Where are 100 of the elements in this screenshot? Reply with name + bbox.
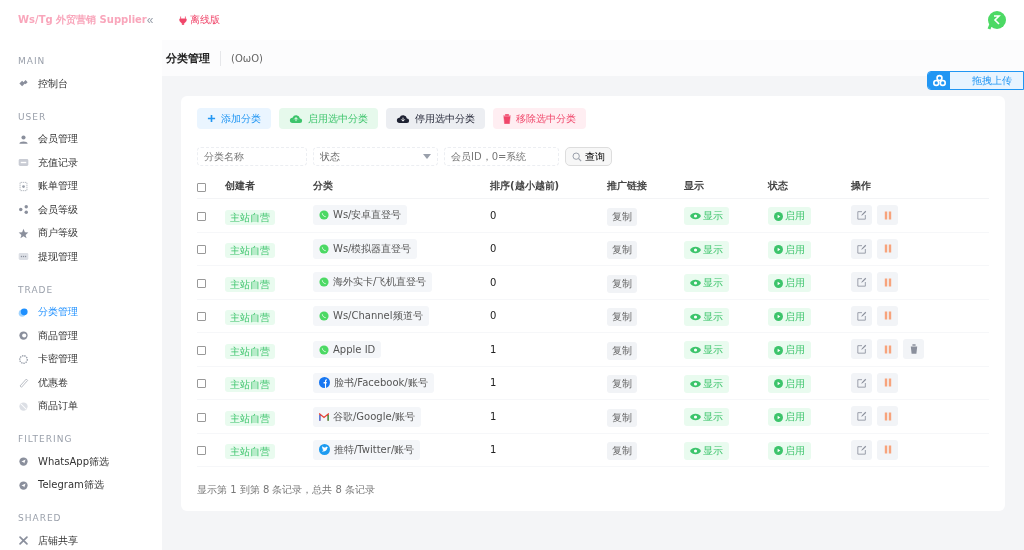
copy-button[interactable]: 复制 [607,241,637,260]
pause-button[interactable] [877,339,898,360]
send-icon [18,479,29,491]
category-chip: Ws/模拟器直登号 [313,238,418,259]
chat-icon[interactable] [987,10,1007,30]
row-checkbox[interactable] [197,379,206,389]
bird-icon [319,444,330,456]
copy-button[interactable]: 复制 [607,207,637,226]
chat-icon [319,277,329,288]
select-all-checkbox[interactable] [197,182,206,192]
pause-button[interactable] [877,305,898,326]
search-button[interactable]: 查询 [565,147,612,166]
category-chip: Apple ID [313,341,382,359]
nav-item[interactable]: 控制台 [0,72,162,96]
category-chip: Ws/安卓直登号 [313,205,408,226]
delete-button[interactable] [903,339,924,360]
column-header: 推广链接 [607,179,648,193]
wallet-icon [18,251,29,263]
nav-item[interactable]: 卡密管理 [0,347,162,371]
edit-button[interactable] [851,439,872,460]
row-checkbox[interactable] [197,446,206,456]
pause-button[interactable] [877,439,898,460]
play-icon [774,345,783,355]
section-heading: MAIN [17,55,47,68]
row-checkbox[interactable] [197,345,206,355]
nav-item[interactable]: WhatsApp筛选 [0,450,162,474]
sort-value: 0 [490,243,498,255]
play-icon [774,446,783,455]
pause-button[interactable] [877,406,898,427]
display-badge: 显示 [684,441,729,460]
column-header: 分类 [313,179,334,193]
edit-button[interactable] [851,406,872,427]
display-badge: 显示 [684,408,729,427]
sort-value: 0 [490,276,498,288]
row-checkbox[interactable] [197,245,206,255]
chat-icon [319,210,329,221]
column-header: 显示 [684,179,705,193]
nav-item[interactable]: 会员等级 [0,198,162,222]
star-icon [18,227,29,239]
pause-button[interactable] [877,272,898,293]
pause-icon [883,445,892,455]
nav-item[interactable]: 优惠卷 [0,371,162,395]
edit-icon [856,411,867,422]
nav-item[interactable]: 商品订单 [0,394,162,418]
status-select[interactable]: 状态 [313,147,438,166]
eye-icon [690,346,701,355]
app-title: Ws/Tg 外贸营销 Supplier [18,13,147,27]
copy-button[interactable]: 复制 [607,442,637,461]
copy-button[interactable]: 复制 [607,308,637,327]
pause-button[interactable] [877,205,898,226]
display-badge: 显示 [684,341,729,360]
section-heading: TRADE [17,283,55,297]
edit-icon [856,210,867,221]
share-icon [18,204,29,216]
status-badge: 启用 [768,240,811,259]
nav-item[interactable]: Telegram筛选 [0,473,162,497]
edit-button[interactable] [851,205,872,226]
pause-button[interactable] [877,372,898,393]
nav-item[interactable]: 提现管理 [0,245,162,269]
row-checkbox[interactable] [197,412,206,422]
edit-icon [856,377,867,388]
copy-button[interactable]: 复制 [607,408,637,427]
creator-tag: 主站自营 [225,444,275,460]
edit-button[interactable] [851,372,872,393]
copy-button[interactable]: 复制 [607,375,637,394]
copy-button[interactable]: 复制 [607,341,637,360]
pause-button[interactable] [877,238,898,259]
section-heading: USER [17,110,48,124]
pause-icon [883,311,892,321]
row-checkbox[interactable] [197,211,206,221]
plug-icon [179,15,187,25]
nav-item[interactable]: 商户等级 [0,221,162,245]
member-id-field[interactable]: 会员ID，0=系统 [444,147,559,166]
gear-icon [18,353,29,365]
nav-item[interactable]: 店铺共享 [0,529,162,550]
nav-item[interactable]: 会员管理 [0,127,162,151]
edit-button[interactable] [851,339,872,360]
sort-value: 1 [490,377,498,389]
category-chip: 脸书/Facebook/账号 [313,372,434,393]
row-checkbox[interactable] [197,278,206,288]
section-heading: SHARED [17,512,63,525]
creator-tag: 主站自营 [225,343,275,359]
edit-button[interactable] [851,238,872,259]
tools-icon [18,535,29,547]
edit-button[interactable] [851,272,872,293]
nav-item[interactable]: 充值记录 [0,151,162,175]
nav-item[interactable]: 商品管理 [0,324,162,348]
name-field[interactable]: 分类名称 [197,147,307,166]
nav-item[interactable]: 账单管理 [0,174,162,198]
play-icon [774,412,783,422]
row-checkbox[interactable] [197,312,206,322]
cloud-icon [932,74,946,87]
cloud-upload-icon [289,113,303,124]
page-title: 分类管理 [166,50,221,66]
copy-button[interactable]: 复制 [607,274,637,293]
edit-button[interactable] [851,305,872,326]
toolbar-button[interactable]: 停用选中分类 [386,108,485,129]
status-badge: 启用 [768,341,811,359]
trash-icon [503,113,511,124]
status-badge: 启用 [768,408,811,426]
